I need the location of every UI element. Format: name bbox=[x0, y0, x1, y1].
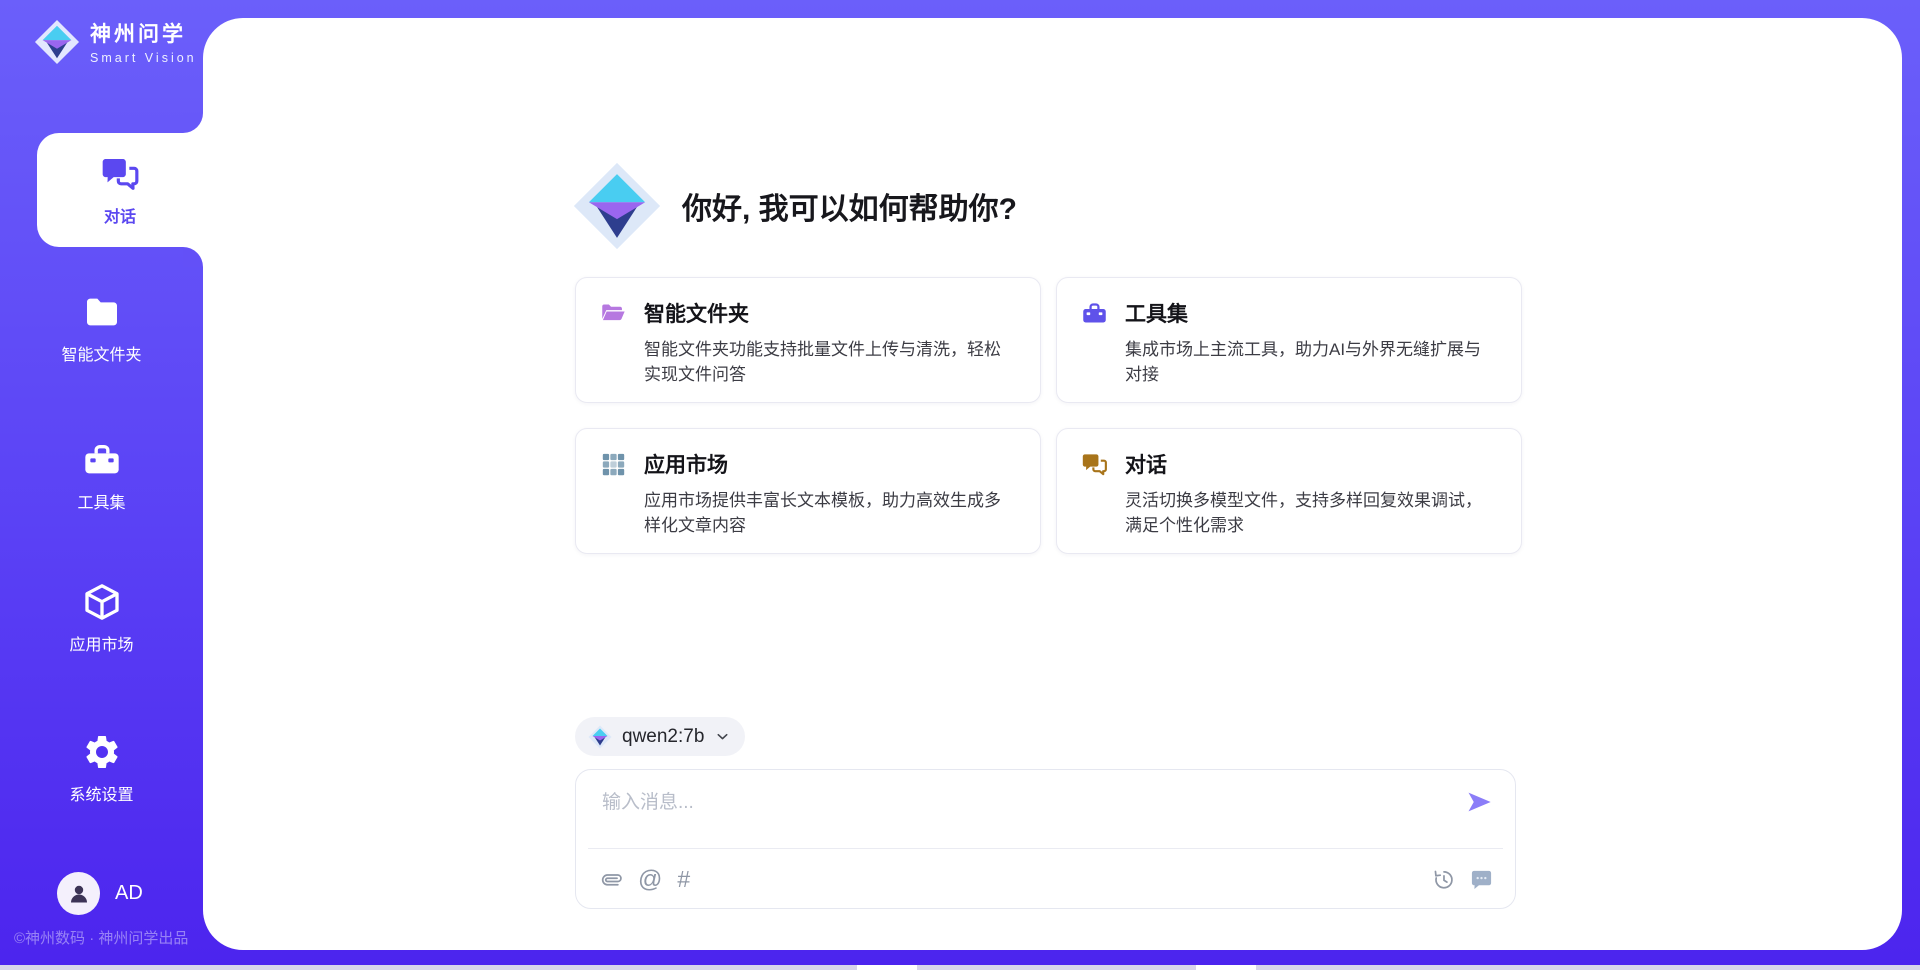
sidebar-item-label: 智能文件夹 bbox=[61, 341, 141, 365]
chat-icon bbox=[100, 154, 140, 194]
feature-cards: 智能文件夹 智能文件夹功能支持批量文件上传与清洗，轻松实现文件问答 工具集 集成… bbox=[575, 277, 1522, 554]
toolbar-left: @ # bbox=[600, 868, 690, 891]
send-icon bbox=[1465, 788, 1493, 816]
sidebar-item-label: 工具集 bbox=[77, 489, 125, 513]
card-desc: 智能文件夹功能支持批量文件上传与清洗，轻松实现文件问答 bbox=[644, 337, 1016, 387]
sidebar-item-toolset[interactable]: 工具集 bbox=[0, 436, 203, 516]
hero-logo-icon bbox=[572, 161, 662, 251]
sidebar-item-chat[interactable]: 对话 bbox=[37, 133, 203, 247]
model-name: qwen2:7b bbox=[622, 726, 704, 748]
user-profile[interactable]: AD bbox=[57, 872, 143, 915]
mention-button[interactable]: @ bbox=[638, 868, 662, 891]
hash-icon: # bbox=[677, 868, 690, 891]
send-button[interactable] bbox=[1465, 788, 1493, 816]
card-chat[interactable]: 对话 灵活切换多模型文件，支持多样回复效果调试，满足个性化需求 bbox=[1056, 428, 1522, 554]
card-desc: 应用市场提供丰富长文本模板，助力高效生成多样化文章内容 bbox=[644, 488, 1016, 538]
card-toolset[interactable]: 工具集 集成市场上主流工具，助力AI与外界无缝扩展与对接 bbox=[1056, 277, 1522, 403]
scrollbar-gap bbox=[1196, 965, 1256, 970]
horizontal-scrollbar[interactable] bbox=[0, 965, 1920, 970]
folder-open-icon bbox=[600, 300, 627, 327]
history-icon bbox=[1432, 868, 1455, 891]
message-composer: @ # bbox=[575, 769, 1516, 909]
at-icon: @ bbox=[638, 868, 662, 891]
card-app-market[interactable]: 应用市场 应用市场提供丰富长文本模板，助力高效生成多样化文章内容 bbox=[575, 428, 1041, 554]
model-logo-icon bbox=[588, 725, 612, 749]
card-desc: 灵活切换多模型文件，支持多样回复效果调试，满足个性化需求 bbox=[1125, 488, 1497, 538]
app-root: { "brand": { "title": "神州问学", "subtitle"… bbox=[0, 0, 1920, 970]
gear-icon bbox=[82, 732, 122, 772]
sidebar-item-app-market[interactable]: 应用市场 bbox=[0, 578, 203, 658]
toolbar-right bbox=[1432, 868, 1493, 891]
card-title: 应用市场 bbox=[644, 449, 1016, 479]
greeting-text: 你好, 我可以如何帮助你? bbox=[682, 184, 1017, 228]
tab-corner-top bbox=[183, 113, 203, 133]
model-selector[interactable]: qwen2:7b bbox=[575, 717, 745, 756]
message-input[interactable] bbox=[602, 787, 1442, 839]
person-icon bbox=[67, 882, 91, 906]
sidebar-item-settings[interactable]: 系统设置 bbox=[0, 728, 203, 808]
user-initials: AD bbox=[115, 882, 143, 905]
card-desc: 集成市场上主流工具，助力AI与外界无缝扩展与对接 bbox=[1125, 337, 1497, 387]
sidebar-item-smart-folder[interactable]: 智能文件夹 bbox=[0, 288, 203, 368]
sidebar-footer: ©神州数码 · 神州问学出品 bbox=[14, 927, 188, 948]
topic-button[interactable]: # bbox=[677, 868, 690, 891]
sidebar-item-label: 系统设置 bbox=[69, 781, 133, 805]
chat-icon bbox=[1081, 451, 1108, 478]
main-panel: 你好, 我可以如何帮助你? 智能文件夹 智能文件夹功能支持批量文件上传与清洗，轻… bbox=[203, 18, 1902, 950]
sidebar-nav: 对话 智能文件夹 工具集 应用市场 系统设置 bbox=[0, 0, 203, 970]
history-button[interactable] bbox=[1432, 868, 1455, 891]
paperclip-icon bbox=[595, 863, 628, 896]
attach-button[interactable] bbox=[600, 868, 623, 891]
folder-icon bbox=[82, 292, 122, 332]
toolbox-icon bbox=[1081, 300, 1108, 327]
grid-icon bbox=[600, 451, 627, 478]
tab-corner-bottom bbox=[183, 247, 203, 267]
card-title: 智能文件夹 bbox=[644, 298, 1016, 328]
card-smart-folder[interactable]: 智能文件夹 智能文件夹功能支持批量文件上传与清洗，轻松实现文件问答 bbox=[575, 277, 1041, 403]
sidebar-item-label: 对话 bbox=[104, 203, 136, 227]
toolbox-icon bbox=[82, 440, 122, 480]
sidebar-item-label: 应用市场 bbox=[69, 631, 133, 655]
hero: 你好, 我可以如何帮助你? bbox=[572, 161, 1017, 251]
comment-button[interactable] bbox=[1470, 868, 1493, 891]
composer-toolbar: @ # bbox=[576, 849, 1515, 909]
comment-icon bbox=[1470, 868, 1493, 891]
chevron-down-icon bbox=[714, 728, 731, 745]
cube-icon bbox=[82, 582, 122, 622]
card-title: 工具集 bbox=[1125, 298, 1497, 328]
avatar bbox=[57, 872, 100, 915]
scrollbar-gap bbox=[857, 965, 917, 970]
card-title: 对话 bbox=[1125, 449, 1497, 479]
